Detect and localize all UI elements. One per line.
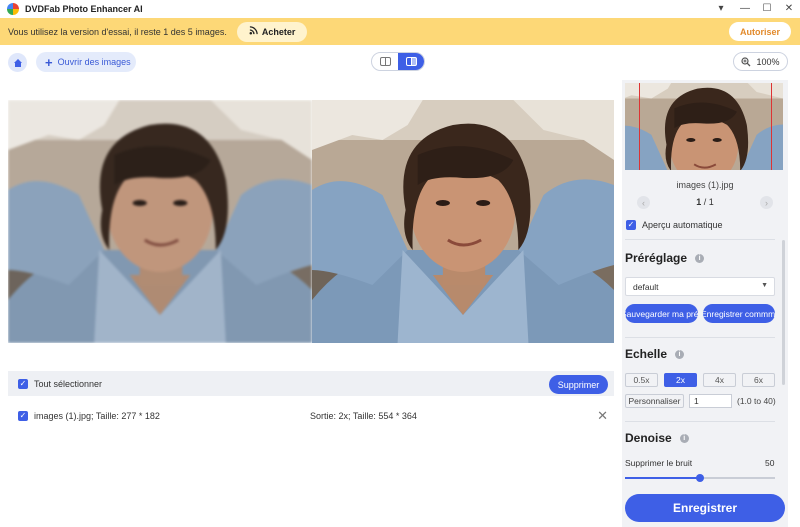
list-item[interactable]: ✓ images (1).jpg; Taille: 277 * 182 Sort…: [8, 404, 614, 428]
divider: [625, 337, 775, 338]
scale-title: Echelle: [625, 347, 668, 361]
settings-panel: images (1).jpg ‹ 1 / 1 › ✓ Aperçu automa…: [622, 80, 788, 527]
denoise-section-title: Denoise i: [625, 431, 689, 445]
single-view-icon: [379, 57, 391, 66]
original-preview-image: [8, 100, 312, 343]
save-command-label: Enregistrer commmande: [703, 308, 775, 319]
page-separator: /: [701, 197, 709, 207]
app-title: DVDFab Photo Enhancer AI: [25, 4, 143, 14]
save-command-button[interactable]: Enregistrer commmande: [703, 304, 775, 323]
trial-message: Vous utilisez la version d'essai, il res…: [8, 26, 227, 37]
preset-selected-value: default: [633, 281, 659, 292]
thumbnail-image[interactable]: [625, 83, 783, 170]
denoise-slider[interactable]: [625, 474, 775, 482]
home-icon: [13, 58, 22, 67]
file-output-info: Sortie: 2x; Taille: 554 * 364: [310, 411, 417, 421]
single-view-button[interactable]: [372, 53, 398, 70]
custom-scale-range: (1.0 to 40): [737, 396, 776, 406]
minimize-icon[interactable]: —: [737, 1, 753, 17]
preset-dropdown[interactable]: default ▼: [625, 277, 775, 296]
info-icon[interactable]: i: [679, 433, 689, 443]
panel-scrollbar[interactable]: [782, 240, 785, 385]
enhanced-preview-image: [312, 100, 614, 343]
trial-banner: Vous utilisez la version d'essai, il res…: [0, 18, 800, 45]
home-button[interactable]: [8, 53, 27, 72]
custom-scale-button[interactable]: Personnaliser: [625, 394, 684, 408]
buy-button[interactable]: Acheter: [236, 21, 308, 42]
delete-button[interactable]: Supprimer: [549, 375, 608, 394]
divider: [625, 421, 775, 422]
auto-preview-option[interactable]: ✓ Aperçu automatique: [626, 220, 723, 230]
save-button[interactable]: Enregistrer: [625, 494, 785, 522]
app-logo-icon: [7, 3, 19, 15]
denoise-value: 50: [765, 458, 775, 468]
scale-section-title: Echelle i: [625, 347, 685, 361]
zoom-control[interactable]: 100%: [733, 52, 788, 71]
view-mode-toggle: [371, 52, 425, 71]
maximize-icon[interactable]: ☐: [759, 1, 775, 17]
file-info: images (1).jpg; Taille: 277 * 182: [34, 411, 160, 421]
denoise-slider-handle[interactable]: [696, 474, 704, 482]
zoom-level: 100%: [756, 56, 780, 67]
authorize-button[interactable]: Autoriser: [729, 22, 791, 41]
open-images-button[interactable]: + Ouvrir des images: [36, 52, 136, 72]
info-icon[interactable]: i: [695, 253, 705, 263]
auto-preview-checkbox[interactable]: ✓: [626, 220, 636, 230]
denoise-label: Supprimer le bruit: [625, 458, 693, 468]
denoise-title: Denoise: [625, 431, 672, 445]
preset-section-title: Préréglage i: [625, 251, 705, 265]
scale-option-4x[interactable]: 4x: [703, 373, 736, 387]
crop-right-marker: [771, 83, 772, 170]
scale-option-0-5x[interactable]: 0.5x: [625, 373, 658, 387]
buy-button-label: Acheter: [261, 26, 296, 37]
page-total: 1: [708, 197, 714, 207]
preset-title: Préréglage: [625, 251, 688, 265]
auto-preview-label: Aperçu automatique: [642, 220, 723, 230]
save-preset-button[interactable]: Sauvegarder ma préréglage: [625, 304, 698, 323]
scale-option-6x[interactable]: 6x: [742, 373, 775, 387]
rss-icon: [249, 26, 258, 37]
divider: [625, 239, 775, 240]
thumbnail-filename: images (1).jpg: [676, 180, 734, 190]
scale-option-2x[interactable]: 2x: [664, 373, 697, 387]
split-view-icon: [405, 57, 417, 66]
split-view-button[interactable]: [398, 53, 424, 70]
remove-file-icon[interactable]: ✕: [597, 408, 608, 424]
zoom-icon: [741, 56, 751, 66]
close-icon[interactable]: ✕: [781, 1, 797, 17]
plus-icon: +: [45, 54, 53, 70]
dropdown-menu-icon[interactable]: ▾: [713, 1, 729, 17]
info-icon[interactable]: i: [675, 349, 685, 359]
select-all-checkbox[interactable]: ✓: [18, 378, 28, 389]
custom-scale-input[interactable]: [689, 394, 732, 408]
crop-left-marker: [639, 83, 640, 170]
save-preset-label: Sauvegarder ma préréglage: [625, 308, 698, 319]
select-all-bar: ✓ Tout sélectionner Supprimer: [8, 371, 614, 396]
denoise-slider-fill: [625, 477, 700, 479]
chevron-down-icon: ▼: [761, 282, 768, 289]
open-images-label: Ouvrir des images: [57, 57, 131, 67]
select-all-label: Tout sélectionner: [34, 378, 103, 389]
next-image-button[interactable]: ›: [760, 196, 773, 209]
title-bar: DVDFab Photo Enhancer AI ▾ — ☐ ✕: [0, 0, 800, 18]
file-checkbox[interactable]: ✓: [18, 411, 28, 421]
